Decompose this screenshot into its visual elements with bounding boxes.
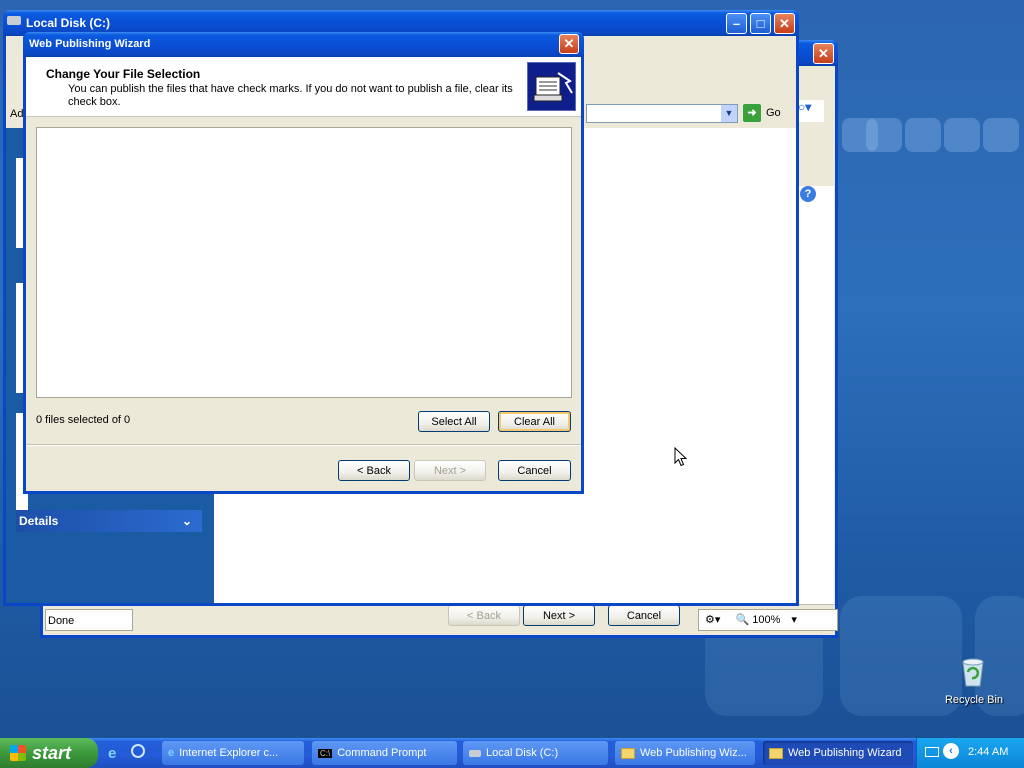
- ie-content: [798, 186, 834, 626]
- ie-search-icon[interactable]: ○▾: [798, 100, 824, 122]
- select-all-button[interactable]: Select All: [418, 411, 490, 432]
- ie-help-icon[interactable]: ?: [800, 186, 816, 202]
- zoom-dropdown-icon[interactable]: ▾: [791, 614, 797, 626]
- start-button[interactable]: start: [0, 738, 98, 768]
- ie-zoom-label[interactable]: ⚙▾ 🔍 100% ▾: [698, 609, 838, 631]
- folder-icon: [769, 747, 783, 759]
- chevron-down-icon[interactable]: ⌄: [182, 510, 192, 532]
- taskbar: start e e Internet Explorer c... C:\ Com…: [0, 738, 1024, 768]
- desktop-tile: [944, 118, 980, 152]
- taskbar-item[interactable]: Web Publishing Wiz...: [615, 741, 755, 765]
- taskbar-item[interactable]: e Internet Explorer c...: [162, 741, 304, 765]
- windows-logo-icon: [10, 745, 26, 761]
- explorer-title: Local Disk (C:): [26, 16, 111, 30]
- ie-cancel-button[interactable]: Cancel: [608, 605, 680, 626]
- taskbar-item-label: Web Publishing Wizard: [788, 747, 902, 759]
- back-button[interactable]: < Back: [338, 460, 410, 481]
- zoom-icon: 🔍: [735, 614, 750, 626]
- wizard-subheading: You can publish the files that have chec…: [68, 83, 513, 108]
- taskbar-item-label: Command Prompt: [337, 747, 427, 759]
- keyboard-icon[interactable]: [925, 747, 939, 757]
- go-button[interactable]: Go: [766, 107, 781, 119]
- taskbar-item-active[interactable]: Web Publishing Wizard: [763, 741, 913, 765]
- start-label: start: [32, 742, 72, 763]
- wizard-divider: [26, 444, 581, 446]
- explorer-close-button[interactable]: ✕: [774, 13, 795, 34]
- minimize-button[interactable]: –: [726, 13, 747, 34]
- taskbar-item-label: Web Publishing Wiz...: [640, 747, 747, 759]
- drive-icon: [7, 16, 21, 25]
- quicklaunch-explorer-icon[interactable]: [131, 744, 145, 758]
- taskbar-item-label: Internet Explorer c...: [179, 747, 279, 759]
- cancel-button[interactable]: Cancel: [498, 460, 571, 481]
- wizard-dialog: Web Publishing Wizard ✕ Change Your File…: [23, 32, 584, 494]
- quicklaunch-ie-icon[interactable]: e: [108, 745, 116, 762]
- mouse-cursor: [674, 447, 688, 467]
- address-dropdown-icon[interactable]: ▼: [721, 105, 737, 122]
- ie-close-button[interactable]: ✕: [813, 43, 834, 64]
- ie-back-button: < Back: [448, 605, 520, 626]
- ie-statusbar: Done ⚙▾ 🔍 100% ▾: [43, 604, 838, 635]
- wizard-body: Change Your File Selection You can publi…: [26, 57, 581, 491]
- file-list[interactable]: [36, 127, 572, 398]
- wizard-title: Web Publishing Wizard: [29, 38, 151, 50]
- clock[interactable]: 2:44 AM: [968, 746, 1008, 758]
- address-label: Ad: [10, 108, 24, 120]
- wizard-close-button[interactable]: ✕: [559, 34, 579, 54]
- zoom-value: 100%: [752, 614, 781, 626]
- recycle-bin-icon[interactable]: [958, 656, 988, 688]
- files-status: 0 files selected of 0: [36, 414, 131, 426]
- clear-all-button[interactable]: Clear All: [498, 411, 571, 432]
- ie-next-button[interactable]: Next >: [523, 605, 595, 626]
- desktop-tile: [905, 118, 941, 152]
- security-icon[interactable]: ⚙▾: [705, 614, 720, 626]
- tray-expand-icon[interactable]: ‹: [943, 743, 959, 759]
- ie-icon: e: [168, 747, 175, 759]
- desktop-tile: [983, 118, 1019, 152]
- address-input[interactable]: ▼: [586, 104, 738, 123]
- drive-icon: [469, 749, 481, 757]
- details-label: Details: [19, 514, 59, 528]
- maximize-button[interactable]: □: [750, 13, 771, 34]
- desktop-tile: [866, 118, 902, 152]
- recycle-bin-label[interactable]: Recycle Bin: [940, 694, 1008, 706]
- cmd-icon: C:\: [318, 748, 333, 758]
- go-arrow-icon[interactable]: ➜: [743, 104, 761, 122]
- wizard-header: Change Your File Selection You can publi…: [26, 57, 581, 117]
- taskbar-item-label: Local Disk (C:): [486, 747, 559, 759]
- publishing-icon: [527, 62, 576, 111]
- next-button: Next >: [414, 460, 486, 481]
- wizard-titlebar: Web Publishing Wizard ✕: [23, 32, 584, 57]
- ie-status-text: Done: [45, 609, 133, 631]
- taskbar-item[interactable]: C:\ Command Prompt: [312, 741, 457, 765]
- folder-icon: [621, 747, 635, 759]
- system-tray: ‹ 2:44 AM: [916, 738, 1024, 768]
- taskbar-item[interactable]: Local Disk (C:): [463, 741, 608, 765]
- wizard-heading: Change Your File Selection: [46, 67, 201, 81]
- details-header[interactable]: Details ⌄: [16, 510, 202, 532]
